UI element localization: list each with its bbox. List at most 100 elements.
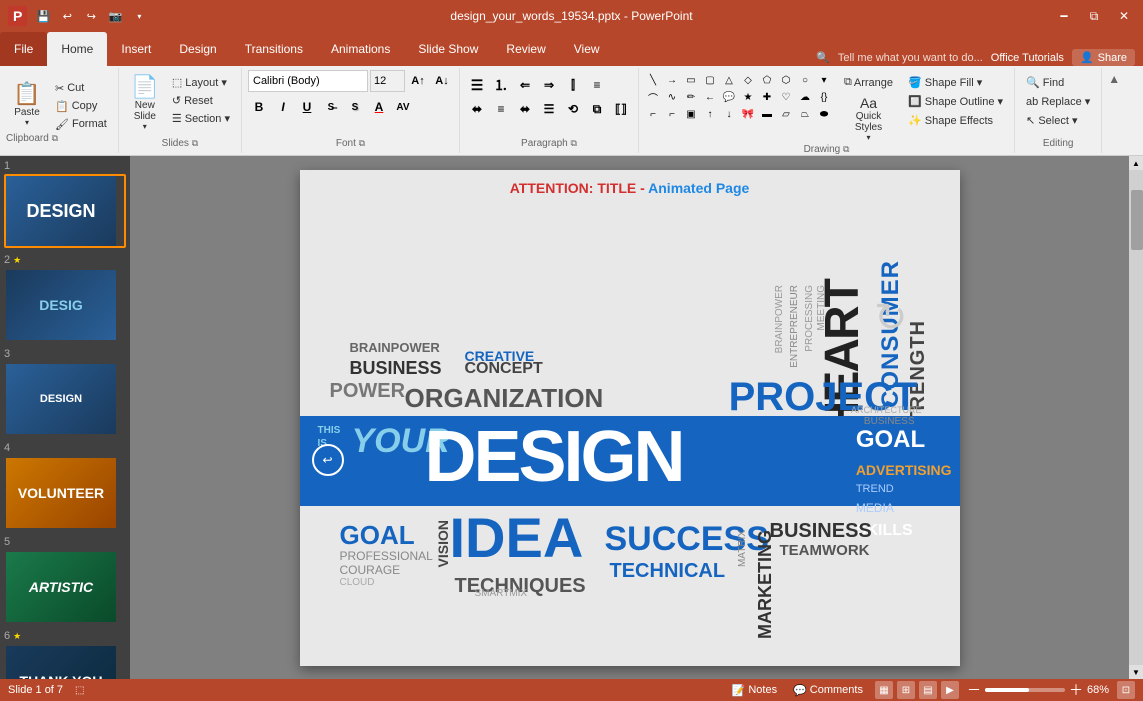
shape-block[interactable]: ▬ (759, 106, 775, 122)
tab-animations[interactable]: Animations (317, 32, 404, 66)
shape-heart[interactable]: ♡ (778, 89, 794, 105)
font-color-button[interactable]: A (368, 96, 390, 118)
shape-callout[interactable]: 💬 (721, 89, 737, 105)
align-center-button[interactable]: ≡ (490, 98, 512, 120)
shape-arrow[interactable]: → (664, 72, 680, 88)
font-grow-button[interactable]: A↑ (407, 70, 429, 92)
shape-corner[interactable]: ⌐ (664, 106, 680, 122)
shape-diamond[interactable]: ◇ (740, 72, 756, 88)
shape-triangle[interactable]: △ (721, 72, 737, 88)
save-button[interactable]: 💾 (33, 6, 53, 26)
scroll-thumb[interactable] (1131, 190, 1143, 250)
strikethrough-button[interactable]: S̶ (320, 96, 342, 118)
copy-button[interactable]: 📋 Copy (50, 98, 112, 115)
zoom-level[interactable]: 68% (1087, 684, 1109, 696)
replace-button[interactable]: ab Replace ▾ (1021, 93, 1095, 110)
shape-trapezoid[interactable]: ⏢ (797, 106, 813, 122)
office-tutorials-link[interactable]: Office Tutorials (991, 52, 1064, 64)
paste-dropdown-arrow[interactable]: ▾ (25, 118, 29, 127)
slide-5-thumb[interactable]: ARTISTIC (4, 550, 126, 624)
select-button[interactable]: ↖ Select ▾ (1021, 112, 1095, 129)
slide-6-thumb[interactable]: THANK YOU (4, 644, 126, 679)
normal-view-button[interactable]: ▦ (875, 681, 893, 699)
shape-hexagon[interactable]: ⬡ (778, 72, 794, 88)
scroll-track[interactable] (1129, 170, 1143, 665)
shape-freeform[interactable]: ✏ (683, 89, 699, 105)
shape-cloud[interactable]: ☁ (797, 89, 813, 105)
increase-indent-button[interactable]: ⇒ (538, 74, 560, 96)
new-slide-button[interactable]: 📄 NewSlide ▾ (125, 70, 165, 135)
shape-outline-button[interactable]: 🔲 Shape Outline ▾ (903, 93, 1008, 110)
bold-button[interactable]: B (248, 96, 270, 118)
minimize-button[interactable]: 🗕 (1053, 5, 1075, 27)
shape-left-arrow[interactable]: ← (702, 89, 718, 105)
text-shadow-button[interactable]: S (344, 96, 366, 118)
shape-bevel[interactable]: ▣ (683, 106, 699, 122)
reset-button[interactable]: ↺ Reset (167, 92, 235, 109)
shape-parallelogram[interactable]: ▱ (778, 106, 794, 122)
shape-cross[interactable]: ✚ (759, 89, 775, 105)
shape-oval[interactable]: ○ (797, 72, 813, 88)
cut-button[interactable]: ✂ Cut (50, 80, 112, 97)
char-spacing-button[interactable]: AV (392, 96, 414, 118)
scroll-up-button[interactable]: ▲ (1129, 156, 1143, 170)
font-shrink-button[interactable]: A↓ (431, 70, 453, 92)
fit-to-window-button[interactable]: ⊡ (1117, 681, 1135, 699)
layout-button[interactable]: ⬚ Layout ▾ (167, 74, 235, 91)
ribbon-collapse-button[interactable]: ▲ (1102, 68, 1126, 153)
decrease-indent-button[interactable]: ⇐ (514, 74, 536, 96)
slide-sorter-button[interactable]: ⊞ (897, 681, 915, 699)
vertical-scrollbar[interactable]: ▲ ▼ (1129, 156, 1143, 679)
shapes-more[interactable]: ▾ (816, 72, 832, 88)
shape-line[interactable]: ╲ (645, 72, 661, 88)
restore-button[interactable]: ⧉ (1083, 5, 1105, 27)
scroll-down-button[interactable]: ▼ (1129, 665, 1143, 679)
undo-button[interactable]: ↩ (57, 6, 77, 26)
new-slide-arrow[interactable]: ▾ (143, 122, 147, 131)
tab-view[interactable]: View (560, 32, 614, 66)
zoom-bar[interactable] (985, 688, 1065, 692)
shape-brace[interactable]: ⌐ (645, 106, 661, 122)
line-spacing-button[interactable]: ≡ (586, 74, 608, 96)
columns-button[interactable]: ⫿ (562, 74, 584, 96)
slide-2-thumb[interactable]: DESIG (4, 268, 126, 342)
arrange-button[interactable]: ⧉ Arrange (840, 74, 897, 91)
tell-me-input[interactable]: Tell me what you want to do... (838, 52, 983, 64)
shape-round-rect[interactable]: ▢ (702, 72, 718, 88)
tab-file[interactable]: File (0, 32, 47, 66)
redo-button[interactable]: ↪ (81, 6, 101, 26)
tab-review[interactable]: Review (492, 32, 559, 66)
shape-up-arrow[interactable]: ↑ (702, 106, 718, 122)
slideshow-button[interactable]: ▶ (941, 681, 959, 699)
section-button[interactable]: ☰ Section ▾ (167, 110, 235, 127)
shape-pentagon[interactable]: ⬠ (759, 72, 775, 88)
zoom-plus-button[interactable]: ＋ (1069, 680, 1083, 700)
reading-view-button[interactable]: ▤ (919, 681, 937, 699)
shape-effects-button[interactable]: ✨ Shape Effects (903, 112, 1008, 129)
shape-curve[interactable]: ∿ (664, 89, 680, 105)
zoom-minus-button[interactable]: － (967, 680, 981, 700)
tab-transitions[interactable]: Transitions (231, 32, 317, 66)
quick-styles-arrow[interactable]: ▾ (866, 133, 870, 142)
text-align-button[interactable]: ⧉ (586, 98, 608, 120)
shape-down-arrow[interactable]: ↓ (721, 106, 737, 122)
shape-ribbon[interactable]: 🎀 (740, 106, 756, 122)
smartart-button[interactable]: ⟦⟧ (610, 98, 632, 120)
text-direction-button[interactable]: ⟲ (562, 98, 584, 120)
tab-slideshow[interactable]: Slide Show (404, 32, 492, 66)
underline-button[interactable]: U (296, 96, 318, 118)
align-right-button[interactable]: ⬌ (514, 98, 536, 120)
align-left-button[interactable]: ⬌ (466, 98, 488, 120)
slide-3-thumb[interactable]: DESIGN (4, 362, 126, 436)
quick-styles-button[interactable]: Aa QuickStyles ▾ (840, 93, 897, 144)
format-painter-button[interactable]: 🖌 Format (50, 116, 112, 133)
bullets-button[interactable]: ☰ (466, 74, 488, 96)
shape-cylinder[interactable]: ⬬ (816, 106, 832, 122)
quick-access-dropdown[interactable]: ▾ (129, 6, 149, 26)
justify-button[interactable]: ☰ (538, 98, 560, 120)
close-button[interactable]: ✕ (1113, 5, 1135, 27)
find-button[interactable]: 🔍 Find (1021, 74, 1095, 91)
slide-canvas[interactable]: ATTENTION: TITLE - Animated Page HEART C… (300, 170, 960, 666)
slide-4-thumb[interactable]: VOLUNTEER (4, 456, 126, 530)
share-button[interactable]: 👤 Share (1072, 49, 1135, 66)
